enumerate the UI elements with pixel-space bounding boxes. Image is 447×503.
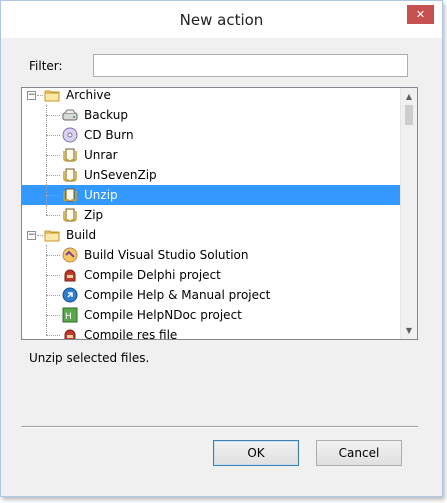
tree-item-label: UnSevenZip — [84, 168, 157, 182]
folder-icon — [44, 88, 60, 103]
separator — [21, 426, 418, 428]
tree-connector — [46, 175, 60, 176]
collapse-toggle-icon[interactable]: − — [27, 91, 36, 100]
tree-action-row[interactable]: Compile Help & Manual project — [22, 285, 401, 305]
tree-item-label: Unrar — [84, 148, 118, 162]
tree-item-label: Unzip — [84, 185, 118, 205]
tree-item-label: Backup — [84, 108, 128, 122]
helpndoc-icon: H — [62, 307, 78, 323]
scroll-down-arrow-icon[interactable]: ▼ — [401, 322, 417, 339]
dialog-client-area: Filter: − Archive Backup CD Burn Unrar UnSeve… — [9, 38, 434, 489]
tree-action-row[interactable]: Unrar — [22, 145, 401, 165]
tree-connector — [46, 155, 60, 156]
tree-connector — [46, 185, 47, 205]
delphi-helmet-icon — [62, 327, 78, 339]
tree-action-row[interactable]: H Compile HelpNDoc project — [22, 305, 401, 325]
filter-label: Filter: — [29, 59, 63, 73]
cd-icon — [62, 127, 78, 143]
tree-action-row[interactable]: Build Visual Studio Solution — [22, 245, 401, 265]
tree-action-row[interactable]: Compile Delphi project — [22, 265, 401, 285]
tree-action-row[interactable]: Compile res file — [22, 325, 401, 340]
tree-connector — [46, 165, 47, 185]
tree-connector — [46, 295, 60, 296]
tree-connector — [46, 335, 60, 336]
svg-text:H: H — [65, 312, 72, 322]
tree-connector — [46, 285, 47, 305]
tree-connector — [46, 205, 47, 215]
title-bar[interactable]: New action ✕ — [1, 1, 442, 38]
tree-item-label: Build Visual Studio Solution — [84, 248, 249, 262]
tree-connector — [46, 145, 47, 165]
tree-item-label: Archive — [66, 88, 111, 102]
tree-action-row[interactable]: Zip — [22, 205, 401, 225]
tree-action-row[interactable]: UnSevenZip — [22, 165, 401, 185]
tree-action-row[interactable]: Unzip — [22, 185, 401, 205]
tree-item-label: Compile res file — [84, 328, 178, 340]
description-text: Unzip selected files. — [29, 351, 150, 365]
tree-group-row[interactable]: − Build — [22, 225, 401, 245]
collapse-toggle-icon[interactable]: − — [27, 231, 36, 240]
tree-connector — [46, 265, 47, 285]
tree-connector — [46, 115, 60, 116]
tree-connector — [46, 215, 60, 216]
tree-connector — [46, 315, 60, 316]
hard-drive-icon — [62, 107, 78, 123]
tree-item-label: Compile Delphi project — [84, 268, 221, 282]
tree-list: − Archive Backup CD Burn Unrar UnSevenZip Unzi… — [22, 88, 401, 340]
folder-icon — [44, 227, 60, 243]
tree-connector — [37, 95, 43, 96]
new-action-dialog: New action ✕ Filter: − Archive Backup CD Bu… — [0, 0, 443, 497]
close-button[interactable]: ✕ — [407, 5, 434, 24]
tree-connector — [46, 275, 60, 276]
action-tree[interactable]: − Archive Backup CD Burn Unrar UnSevenZip Unzi… — [21, 87, 418, 340]
delphi-helmet-icon — [62, 267, 78, 283]
tree-action-row[interactable]: Backup — [22, 105, 401, 125]
tree-connector — [46, 305, 47, 325]
tree-connector — [37, 235, 43, 236]
archive-clamp-icon — [62, 187, 78, 203]
archive-clamp-icon — [62, 147, 78, 163]
scroll-thumb[interactable] — [405, 105, 413, 125]
cancel-button[interactable]: Cancel — [316, 440, 402, 466]
tree-group-row[interactable]: − Archive — [22, 88, 401, 105]
window-title: New action — [179, 11, 264, 29]
tree-connector — [46, 195, 60, 196]
ok-button[interactable]: OK — [213, 440, 299, 466]
archive-clamp-icon — [62, 167, 78, 183]
tree-connector — [46, 135, 60, 136]
tree-vertical-scrollbar[interactable]: ▲ ▼ — [400, 88, 417, 339]
tree-connector — [46, 325, 47, 335]
tree-item-label: Compile Help & Manual project — [84, 288, 271, 302]
tree-connector — [46, 245, 47, 265]
filter-input[interactable] — [93, 54, 408, 77]
description-panel: Unzip selected files. — [21, 343, 418, 427]
visual-studio-icon — [62, 247, 78, 263]
tree-connector — [46, 125, 47, 145]
tree-item-label: CD Burn — [84, 128, 134, 142]
tree-item-label: Compile HelpNDoc project — [84, 308, 242, 322]
tree-connector — [46, 255, 60, 256]
scroll-up-arrow-icon[interactable]: ▲ — [401, 88, 417, 105]
help-manual-icon — [62, 287, 78, 303]
tree-item-label: Build — [66, 228, 97, 242]
archive-clamp-icon — [62, 207, 78, 223]
tree-item-label: Zip — [84, 208, 104, 222]
tree-connector — [46, 105, 47, 125]
tree-action-row[interactable]: CD Burn — [22, 125, 401, 145]
